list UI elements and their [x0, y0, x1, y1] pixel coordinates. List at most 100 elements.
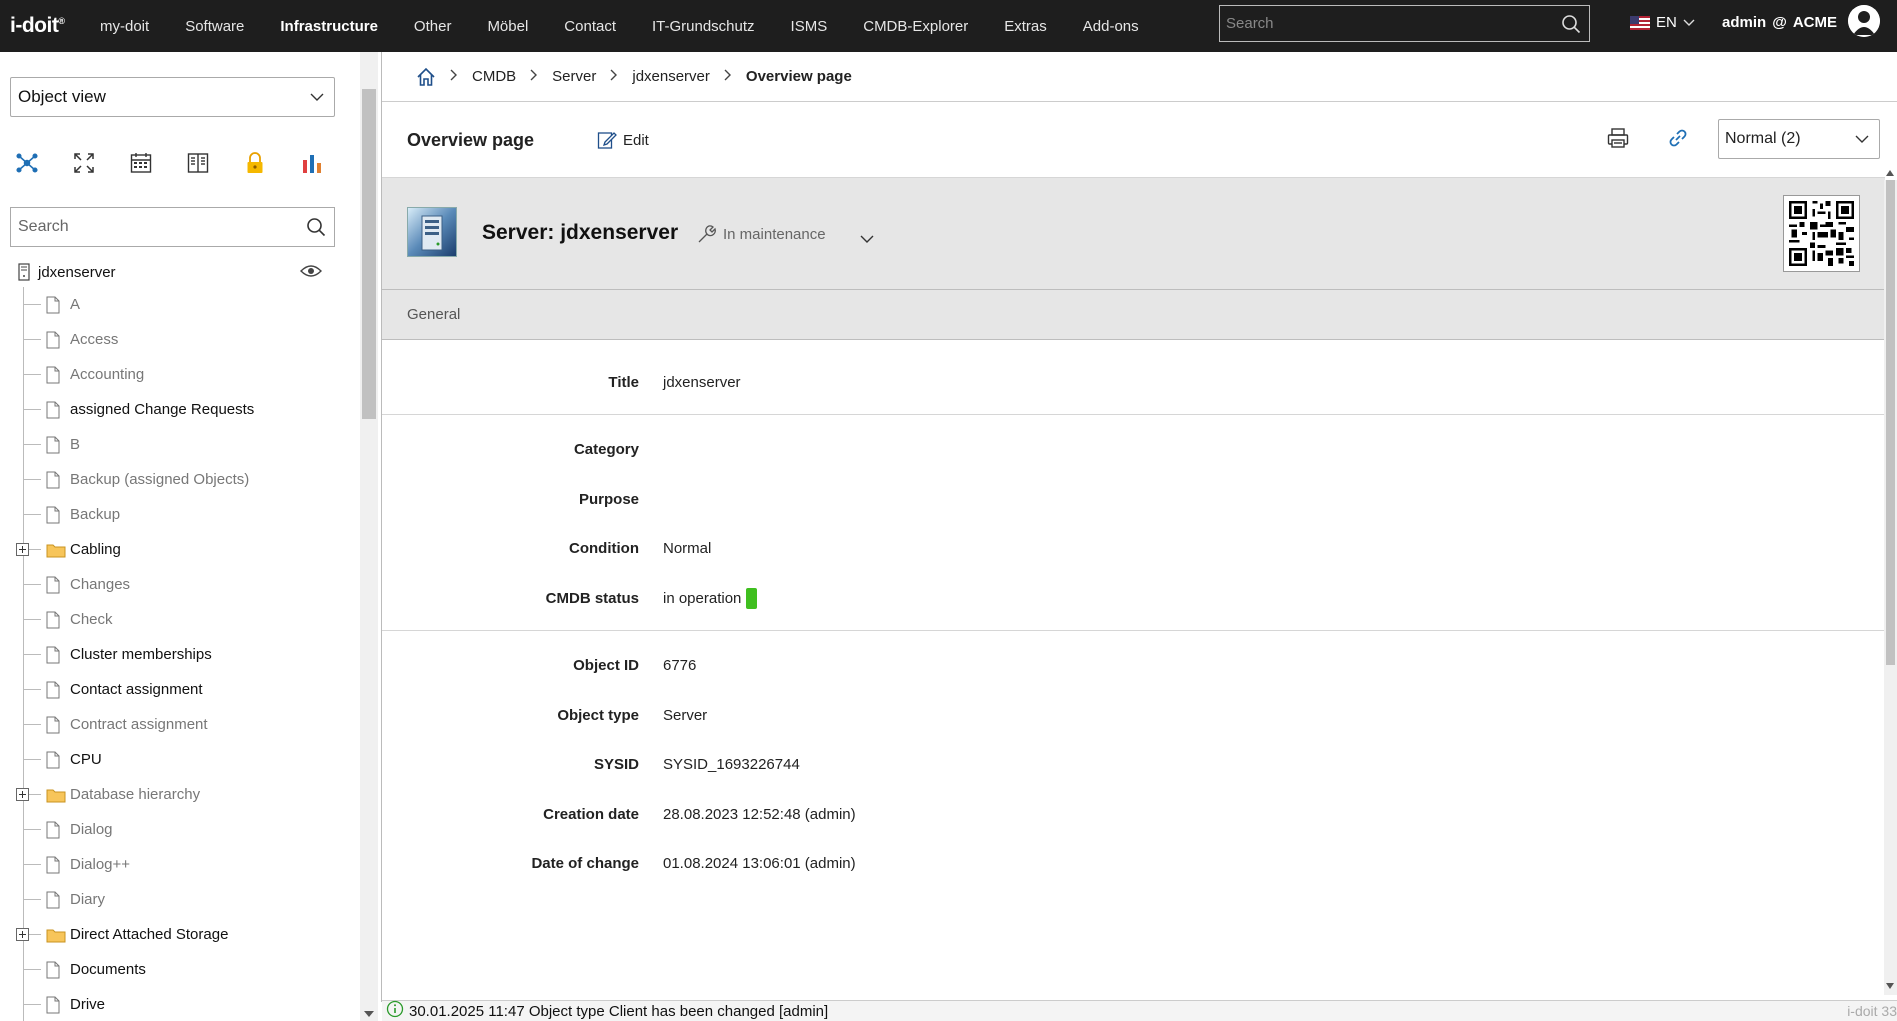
tree-line — [23, 584, 41, 585]
breadcrumb-item-jdxenserver[interactable]: jdxenserver — [632, 68, 710, 85]
field-purpose: Purpose — [382, 479, 1885, 519]
field-value: in operation — [663, 587, 758, 609]
tree-item-label: Accounting — [70, 366, 145, 383]
tree-item-dialog[interactable]: Dialog — [0, 812, 345, 847]
breadcrumb-item-server[interactable]: Server — [552, 68, 596, 85]
nav-item-cmdb-explorer[interactable]: CMDB-Explorer — [845, 18, 986, 35]
global-search-input[interactable] — [1220, 15, 1553, 32]
tree-item-access[interactable]: Access — [0, 322, 345, 357]
tree-item-a[interactable]: A — [0, 287, 345, 322]
logo-mark: ® — [58, 16, 65, 26]
scroll-down-icon[interactable] — [364, 1011, 374, 1017]
tree-item-drive[interactable]: Drive — [0, 987, 345, 1021]
nav-item-isms[interactable]: ISMS — [773, 18, 846, 35]
tree-item-documents[interactable]: Documents — [0, 952, 345, 987]
field-value-text: 6776 — [663, 656, 697, 674]
tree-line — [23, 444, 41, 445]
language-switcher[interactable]: EN — [1630, 0, 1695, 45]
sidebar-scrollbar[interactable] — [360, 52, 378, 1021]
calendar-icon[interactable] — [130, 149, 187, 177]
tree-line — [23, 654, 41, 655]
edit-button[interactable]: Edit — [597, 130, 649, 150]
file-icon — [46, 891, 68, 909]
view-select[interactable]: Object view — [10, 77, 335, 117]
link-icon[interactable] — [1667, 127, 1689, 153]
expand-icon[interactable] — [73, 149, 130, 177]
expand-plus-icon[interactable] — [16, 788, 29, 801]
status-filter-select[interactable]: Normal (2) — [1718, 119, 1880, 159]
tree-root[interactable]: jdxenserver — [0, 257, 345, 287]
server-object-icon — [407, 207, 457, 257]
eye-icon[interactable] — [300, 264, 322, 282]
user-menu[interactable]: admin @ ACME — [1722, 0, 1837, 45]
tree-item-b[interactable]: B — [0, 427, 345, 462]
tree-item-assigned-change-requests[interactable]: assigned Change Requests — [0, 392, 345, 427]
nav-item-extras[interactable]: Extras — [986, 18, 1065, 35]
folder-icon — [46, 787, 68, 803]
nav-item-other[interactable]: Other — [396, 18, 470, 35]
tree-line — [23, 724, 41, 725]
nav-item-my-doit[interactable]: my-doit — [82, 18, 167, 35]
section-header-general[interactable]: General — [382, 290, 1885, 340]
nav-item-add-ons[interactable]: Add-ons — [1065, 18, 1157, 35]
expand-plus-icon[interactable] — [16, 543, 29, 556]
tree-item-contact-assignment[interactable]: Contact assignment — [0, 672, 345, 707]
avatar[interactable] — [1848, 5, 1880, 37]
field-date-of-change: Date of change 01.08.2024 13:06:01 (admin… — [382, 843, 1885, 883]
app-logo[interactable]: i-doit® — [0, 14, 82, 38]
tree-item-dialog[interactable]: Dialog++ — [0, 847, 345, 882]
info-icon — [386, 1000, 404, 1021]
tree-item-cluster-memberships[interactable]: Cluster memberships — [0, 637, 345, 672]
tree-item-database-hierarchy[interactable]: Database hierarchy — [0, 777, 345, 812]
qr-code-icon[interactable] — [1783, 195, 1860, 272]
scroll-down-icon[interactable] — [1886, 983, 1894, 989]
book-icon[interactable] — [187, 149, 244, 177]
nav-item-it-grundschutz[interactable]: IT-Grundschutz — [634, 18, 773, 35]
nav-item-software[interactable]: Software — [167, 18, 262, 35]
tree-item-diary[interactable]: Diary — [0, 882, 345, 917]
file-icon — [46, 366, 68, 384]
expand-plus-icon[interactable] — [16, 928, 29, 941]
nav-item-m-bel[interactable]: Möbel — [469, 18, 546, 35]
tree-item-backup[interactable]: Backup — [0, 497, 345, 532]
main-scroll-thumb[interactable] — [1886, 180, 1895, 665]
edit-icon — [597, 132, 617, 149]
tree-item-label: Contact assignment — [70, 681, 203, 698]
field-label: Object type — [557, 706, 639, 724]
main-scrollbar[interactable] — [1884, 170, 1897, 995]
chevron-right-icon — [530, 68, 538, 85]
field-label: Condition — [569, 539, 639, 557]
left-sidebar: Object view jdxenserver — [0, 52, 360, 1021]
file-icon — [46, 961, 68, 979]
nav-item-infrastructure[interactable]: Infrastructure — [262, 18, 396, 35]
field-value-text: jdxenserver — [663, 373, 741, 391]
tree-line — [23, 304, 41, 305]
tree-item-changes[interactable]: Changes — [0, 567, 345, 602]
lock-icon[interactable] — [244, 149, 301, 177]
search-icon[interactable] — [298, 217, 334, 237]
tree-line — [23, 1004, 41, 1005]
print-icon[interactable] — [1607, 127, 1629, 153]
scroll-up-icon[interactable] — [1886, 170, 1894, 176]
tree-item-cabling[interactable]: Cabling — [0, 532, 345, 567]
sidebar-search-input[interactable] — [11, 218, 298, 236]
search-icon[interactable] — [1553, 14, 1589, 34]
tree-line — [23, 969, 41, 970]
network-icon[interactable] — [16, 149, 73, 177]
tree-item-contract-assignment[interactable]: Contract assignment — [0, 707, 345, 742]
bar-chart-icon[interactable] — [301, 149, 358, 177]
section-title: General — [407, 306, 461, 323]
file-icon — [46, 296, 68, 314]
field-value: SYSID_1693226744 — [663, 756, 800, 773]
nav-item-contact[interactable]: Contact — [546, 18, 634, 35]
tree-item-direct-attached-storage[interactable]: Direct Attached Storage — [0, 917, 345, 952]
object-state[interactable]: In maintenance — [697, 224, 826, 244]
tree-item-check[interactable]: Check — [0, 602, 345, 637]
chevron-down-icon[interactable] — [860, 230, 874, 247]
tree-item-backup-assigned-objects[interactable]: Backup (assigned Objects) — [0, 462, 345, 497]
tree-item-accounting[interactable]: Accounting — [0, 357, 345, 392]
home-icon[interactable] — [416, 67, 436, 87]
sidebar-scroll-thumb[interactable] — [362, 89, 376, 419]
breadcrumb-item-cmdb[interactable]: CMDB — [472, 68, 516, 85]
tree-item-cpu[interactable]: CPU — [0, 742, 345, 777]
